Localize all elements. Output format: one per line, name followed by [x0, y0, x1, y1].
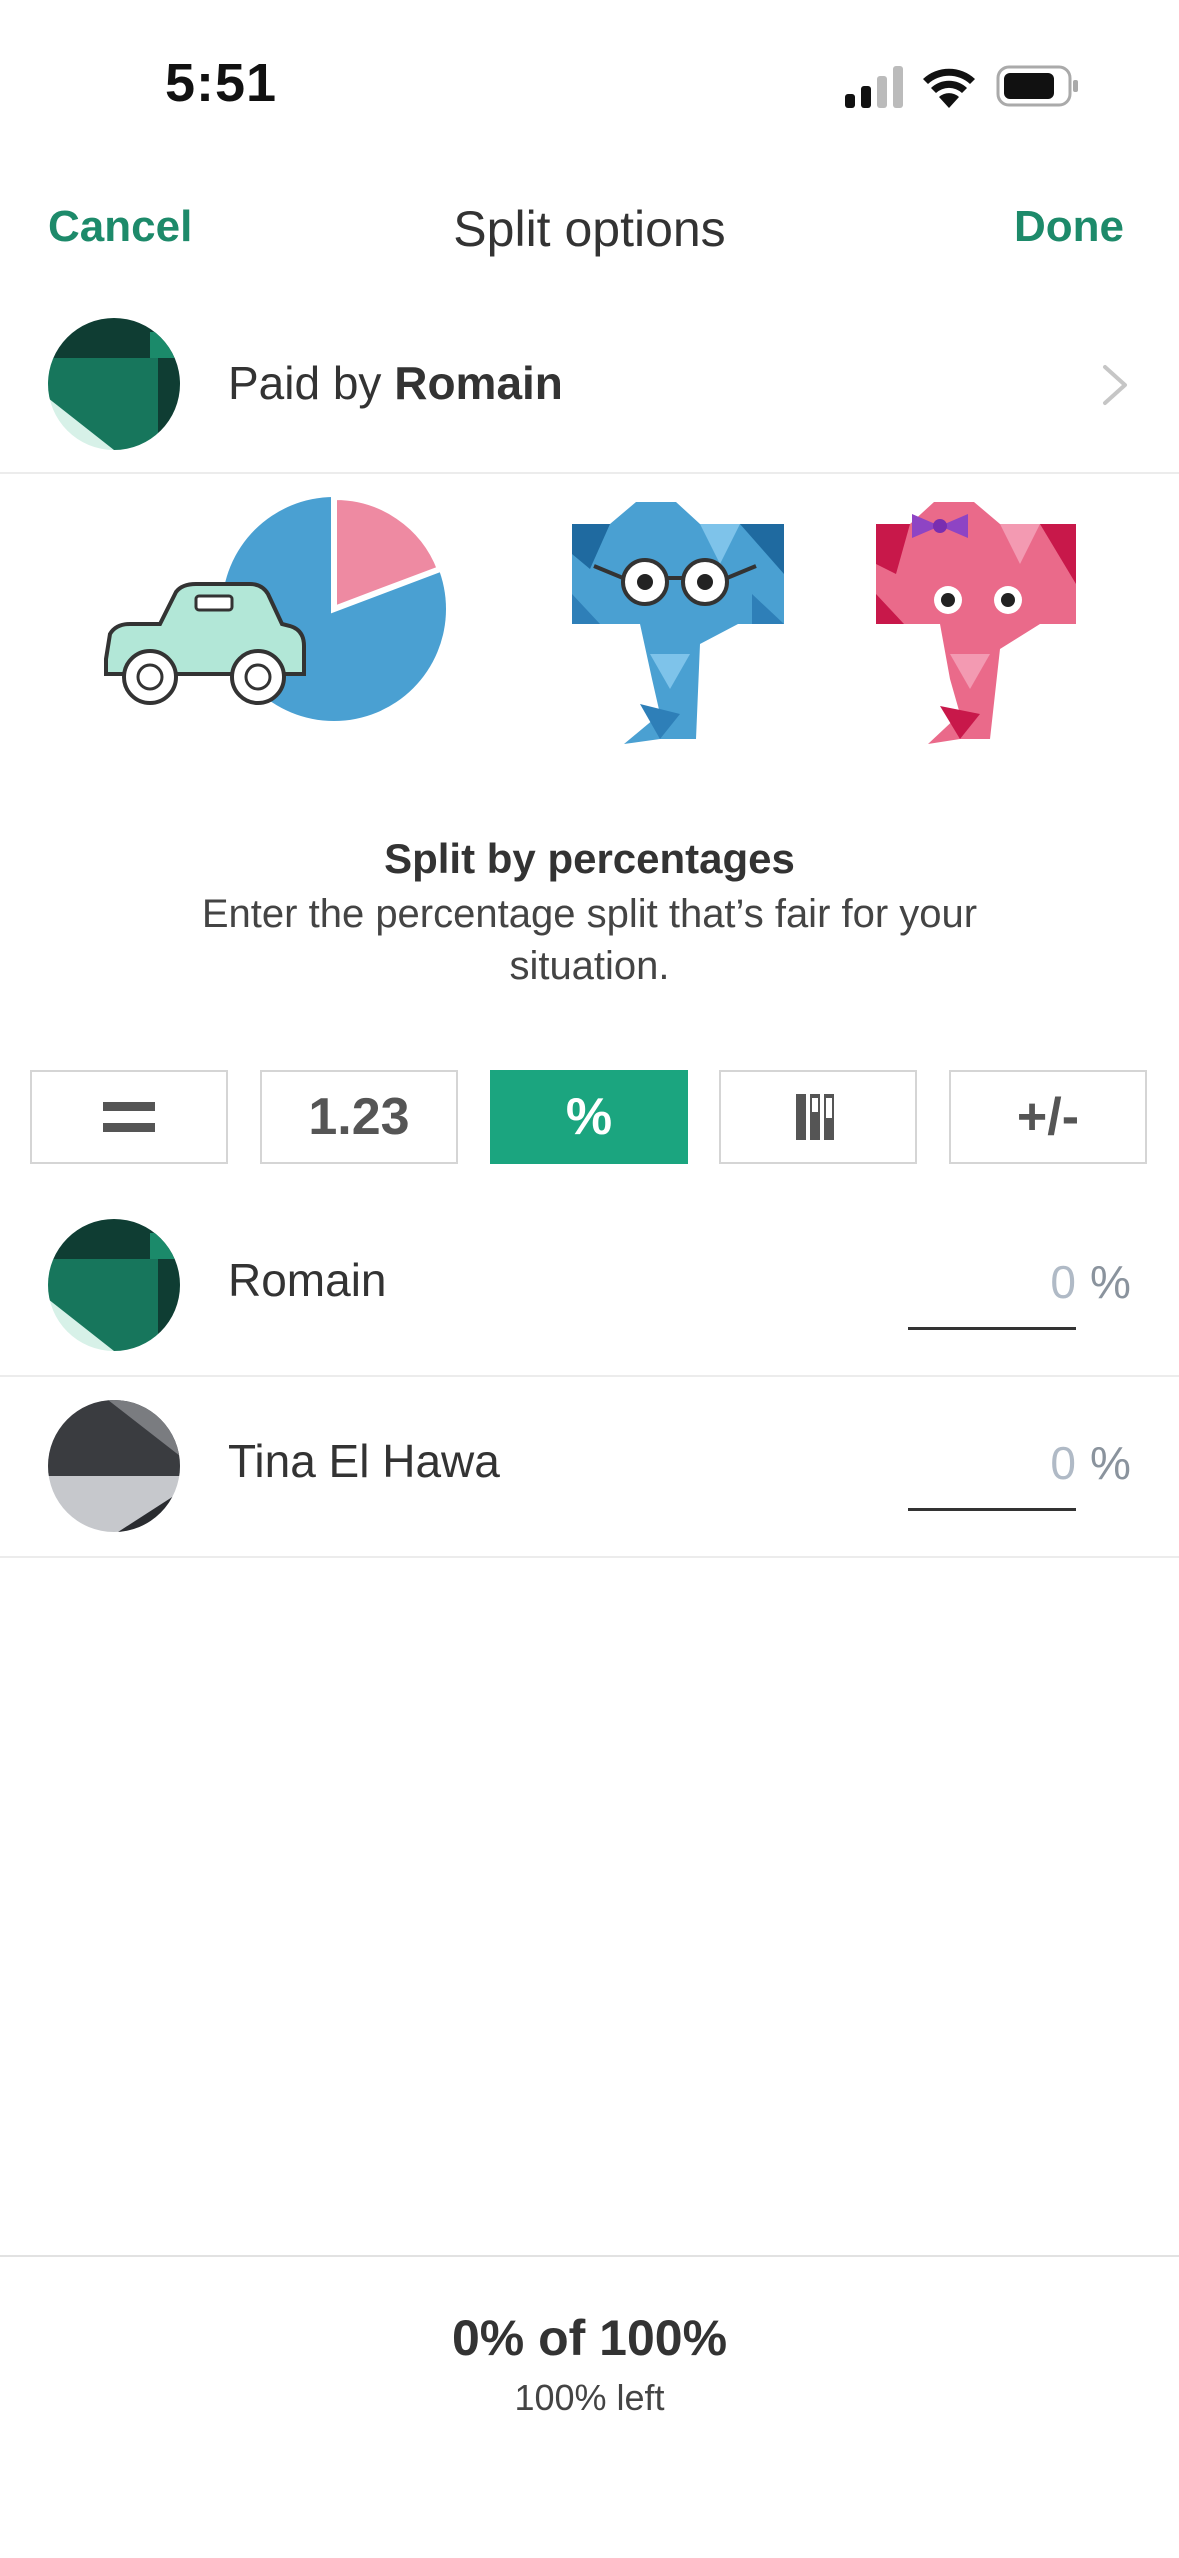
done-button[interactable]: Done: [1014, 202, 1124, 252]
page-title: Split options: [453, 201, 726, 257]
pink-elephant-illustration: [876, 502, 1076, 744]
status-time: 5:51: [165, 53, 278, 113]
split-adjustment-button[interactable]: +/-: [949, 1070, 1147, 1164]
percentage-value: 0: [1050, 1437, 1076, 1489]
percentage-input[interactable]: 0: [908, 1237, 1076, 1330]
shares-bars-icon: [796, 1094, 834, 1140]
payer-prefix: Paid by: [228, 357, 395, 409]
split-percentages-button[interactable]: %: [490, 1070, 688, 1164]
member-avatar-tina: [48, 1400, 180, 1532]
equal-icon: [103, 1102, 155, 1132]
split-shares-button[interactable]: [719, 1070, 917, 1164]
member-name: Tina El Hawa: [228, 1435, 500, 1487]
battery-icon: [996, 65, 1078, 107]
cellular-signal-icon: [845, 66, 903, 108]
payer-text: Paid by Romain: [228, 356, 563, 410]
wifi-icon: [923, 68, 975, 108]
split-equally-button[interactable]: [30, 1070, 228, 1164]
remaining-percentage: 100% left: [514, 2377, 665, 2418]
member-avatar-romain: [48, 1219, 180, 1351]
footer-summary: 0% of 100% 100% left: [0, 2255, 1179, 2558]
split-mode-description: Enter the percentage split that’s fair f…: [201, 892, 978, 988]
percentage-input[interactable]: 0: [908, 1418, 1076, 1511]
percentage-value: 0: [1050, 1256, 1076, 1308]
chevron-right-icon: [1103, 365, 1127, 405]
payer-name: Romain: [394, 357, 563, 409]
status-icons: [845, 65, 1078, 108]
member-row: Tina El Hawa 0 %: [0, 1376, 1179, 1558]
payer-row[interactable]: Paid by Romain: [0, 300, 1179, 474]
split-exact-amounts-button[interactable]: 1.23: [260, 1070, 458, 1164]
percent-sign: %: [1090, 1256, 1131, 1308]
blue-elephant-illustration: [572, 502, 784, 744]
total-percentage: 0% of 100%: [451, 2310, 728, 2366]
payer-avatar: [48, 318, 180, 450]
member-name: Romain: [228, 1254, 387, 1306]
split-illustration: [104, 493, 1076, 744]
member-row: Romain 0 %: [0, 1195, 1179, 1377]
percent-sign: %: [1090, 1437, 1131, 1489]
split-mode-title: Split by percentages: [384, 835, 795, 882]
